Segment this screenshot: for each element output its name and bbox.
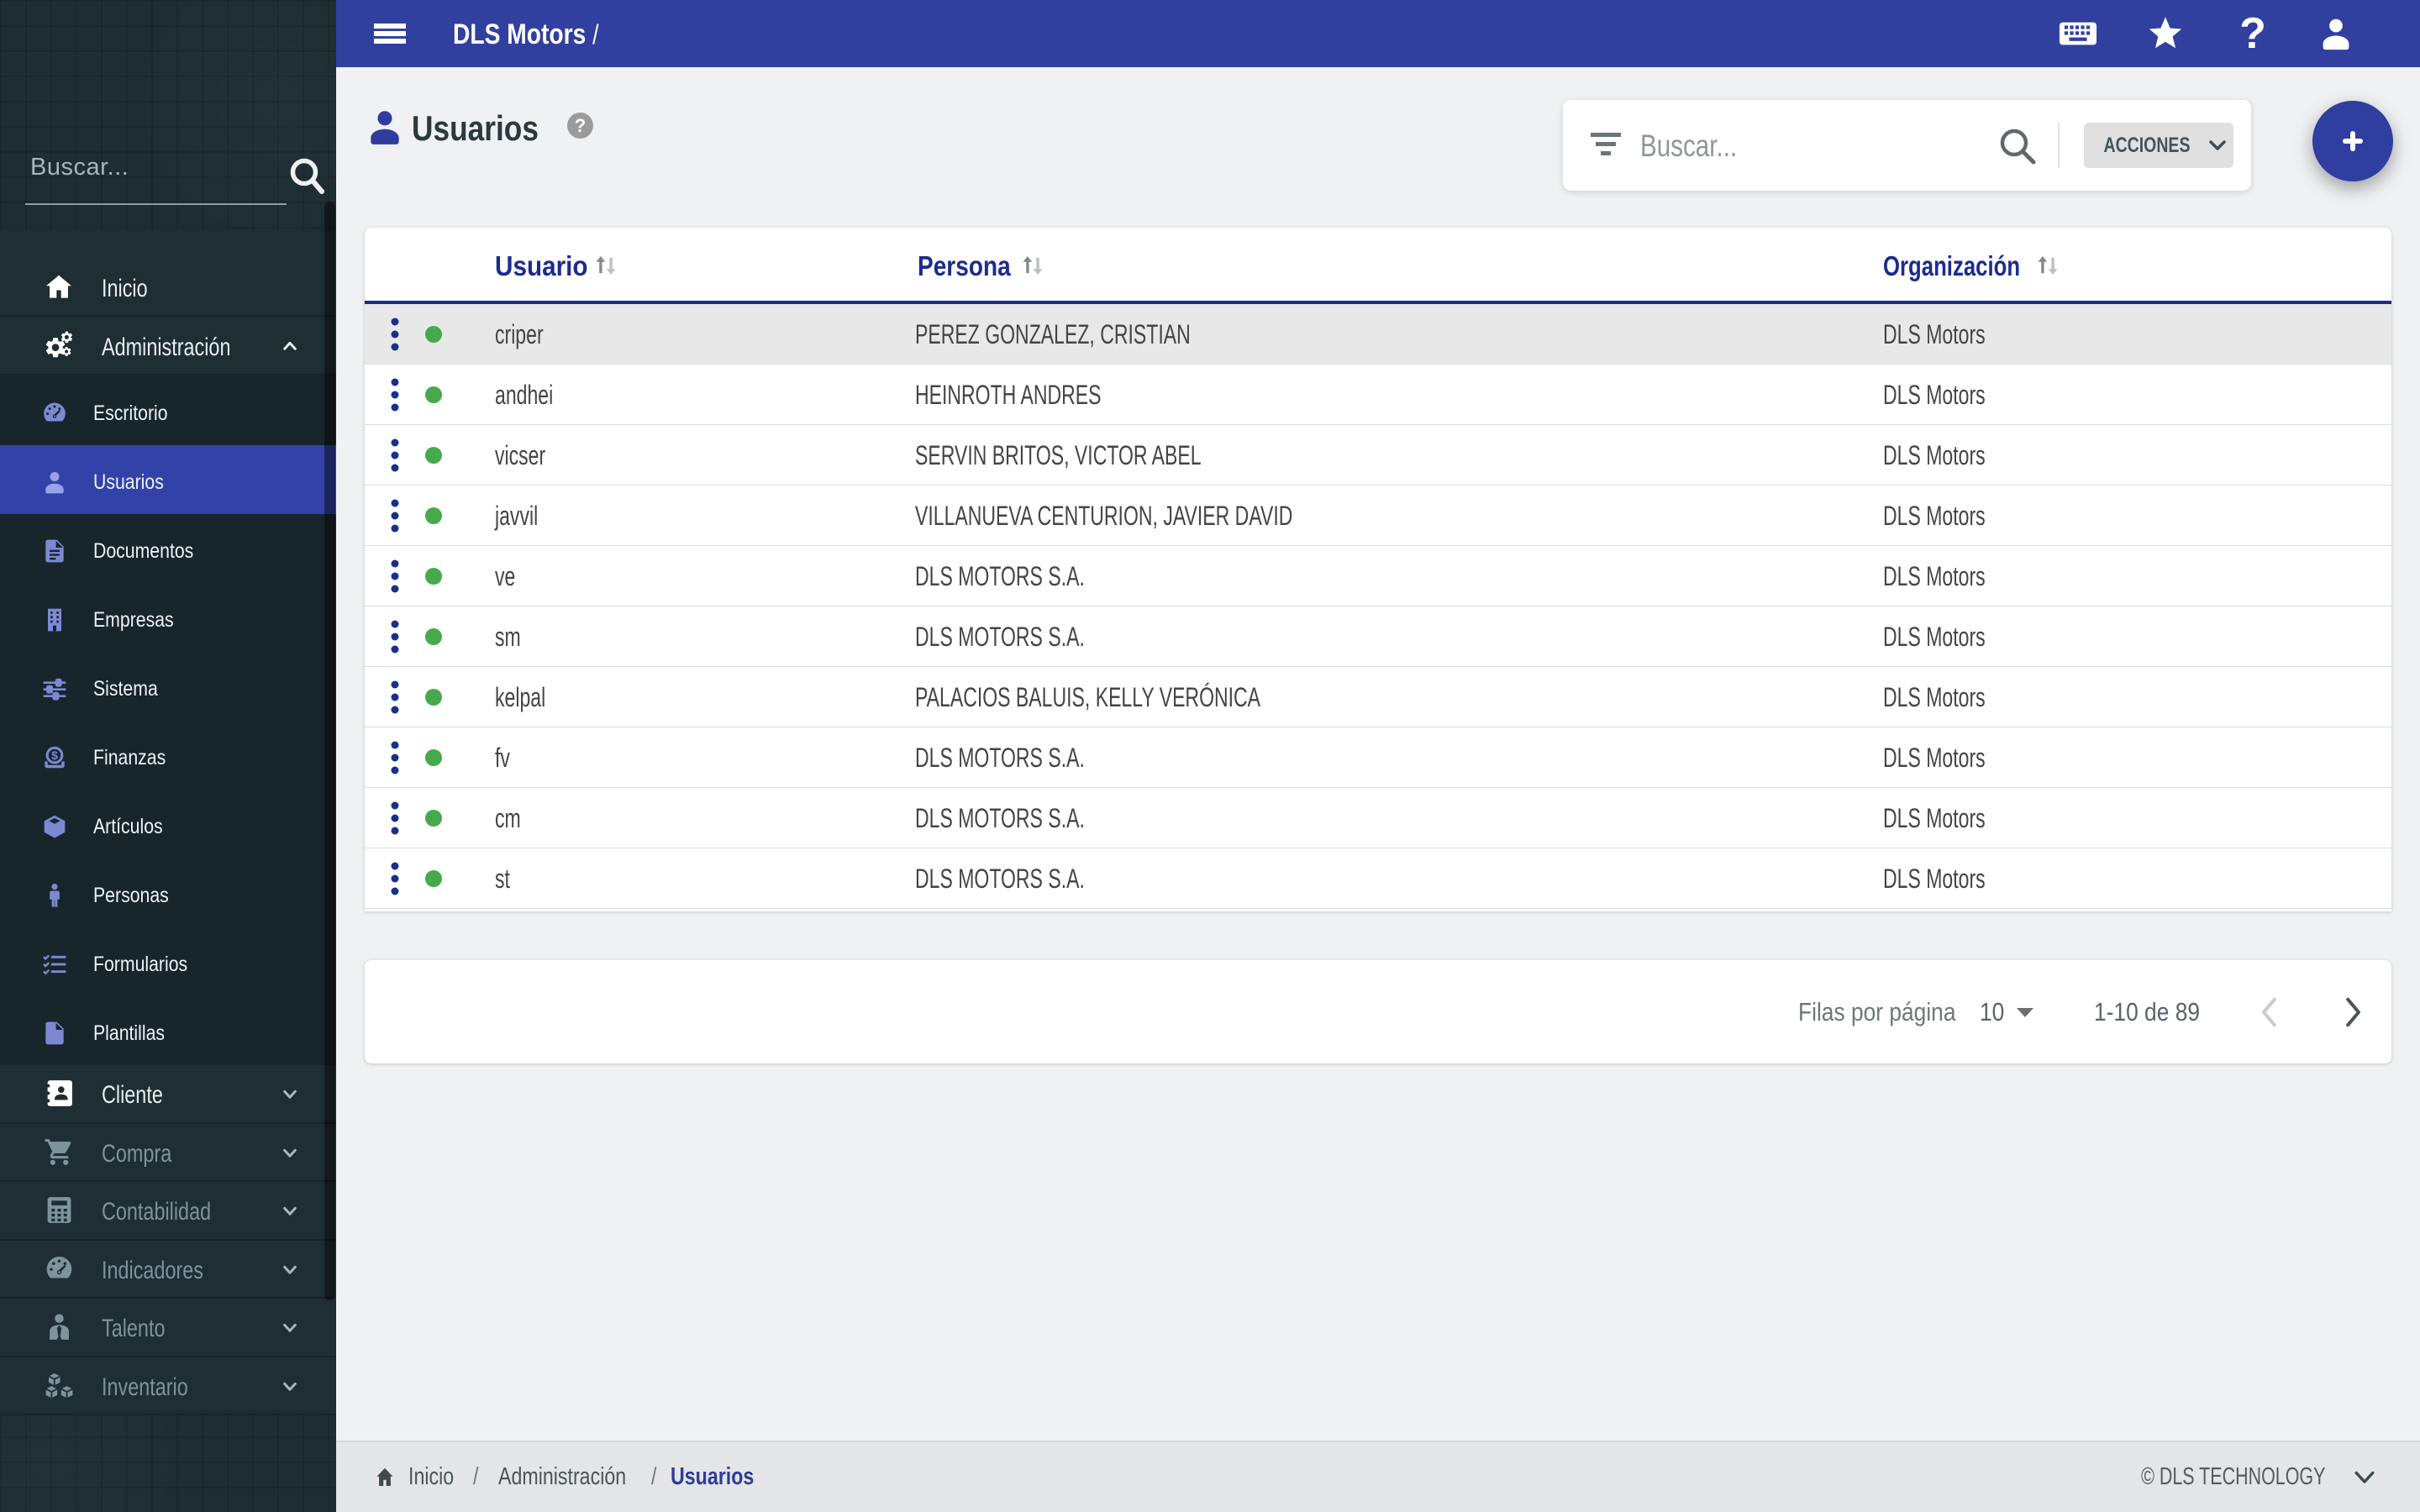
svg-text:$: $ [51,748,58,762]
